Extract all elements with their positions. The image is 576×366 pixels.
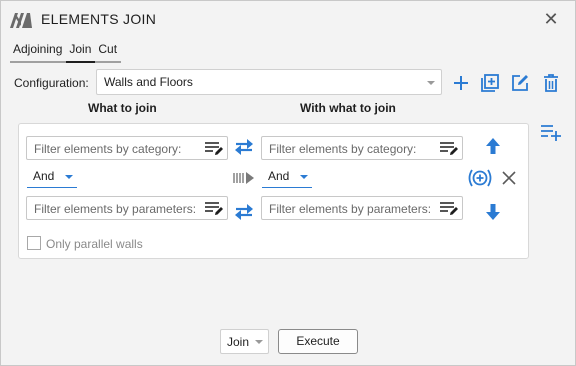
delete-icon[interactable] [541,73,561,93]
left-operator-select[interactable]: And [27,167,77,188]
remove-icon[interactable] [502,171,516,185]
configuration-select[interactable]: Walls and Floors [96,69,442,95]
chevron-down-icon [255,340,263,344]
left-parameters-placeholder: Filter elements by parameters: [34,202,197,216]
right-parameters-placeholder: Filter elements by parameters: [269,202,432,216]
link-arrow-icon [233,172,254,184]
elements-join-window: ELEMENTS JOIN ✕ Adjoining Join Cut Confi… [0,0,576,366]
tab-join[interactable]: Join [66,41,96,63]
list-edit-icon[interactable] [204,200,224,216]
parallel-walls-checkbox[interactable] [27,236,41,250]
chevron-down-icon [65,175,73,179]
duplicate-icon[interactable] [480,73,500,93]
tab-cut[interactable]: Cut [95,41,121,61]
execute-button[interactable]: Execute [278,329,358,354]
configuration-value: Walls and Floors [104,75,193,89]
right-category-placeholder: Filter elements by category: [269,142,417,156]
app-logo-icon [10,13,32,28]
right-operator-value: And [268,169,290,183]
close-icon[interactable]: ✕ [541,9,561,29]
mode-select[interactable]: Join [220,329,269,354]
parallel-walls-label: Only parallel walls [46,237,143,251]
left-category-placeholder: Filter elements by category: [34,142,182,156]
edit-icon[interactable] [510,73,530,93]
chevron-down-icon [300,175,308,179]
swap-arrows-icon[interactable] [233,137,255,157]
left-parameters-filter[interactable]: Filter elements by parameters: [26,196,228,220]
left-category-filter[interactable]: Filter elements by category: [26,136,228,160]
add-circle-icon[interactable] [467,167,493,189]
title-bar: ELEMENTS JOIN ✕ [1,1,575,37]
mode-value: Join [227,335,250,349]
swap-arrows-icon[interactable] [233,202,255,222]
column-header-with-what: With what to join [300,101,396,115]
left-operator-value: And [33,169,55,183]
chevron-down-icon [427,81,435,85]
configuration-label: Configuration: [14,76,89,90]
right-category-filter[interactable]: Filter elements by category: [261,136,463,160]
right-operator-select[interactable]: And [262,167,312,188]
tab-bar: Adjoining Join Cut [10,41,122,63]
window-title: ELEMENTS JOIN [41,11,157,27]
list-edit-icon[interactable] [439,140,459,156]
column-header-what: What to join [88,101,157,115]
arrow-down-icon[interactable] [485,203,501,221]
add-icon[interactable] [451,73,471,93]
list-edit-icon[interactable] [439,200,459,216]
arrow-up-icon[interactable] [485,137,501,155]
add-rule-icon[interactable] [540,123,562,141]
right-parameters-filter[interactable]: Filter elements by parameters: [261,196,463,220]
list-edit-icon[interactable] [204,140,224,156]
tab-adjoining[interactable]: Adjoining [10,41,66,61]
